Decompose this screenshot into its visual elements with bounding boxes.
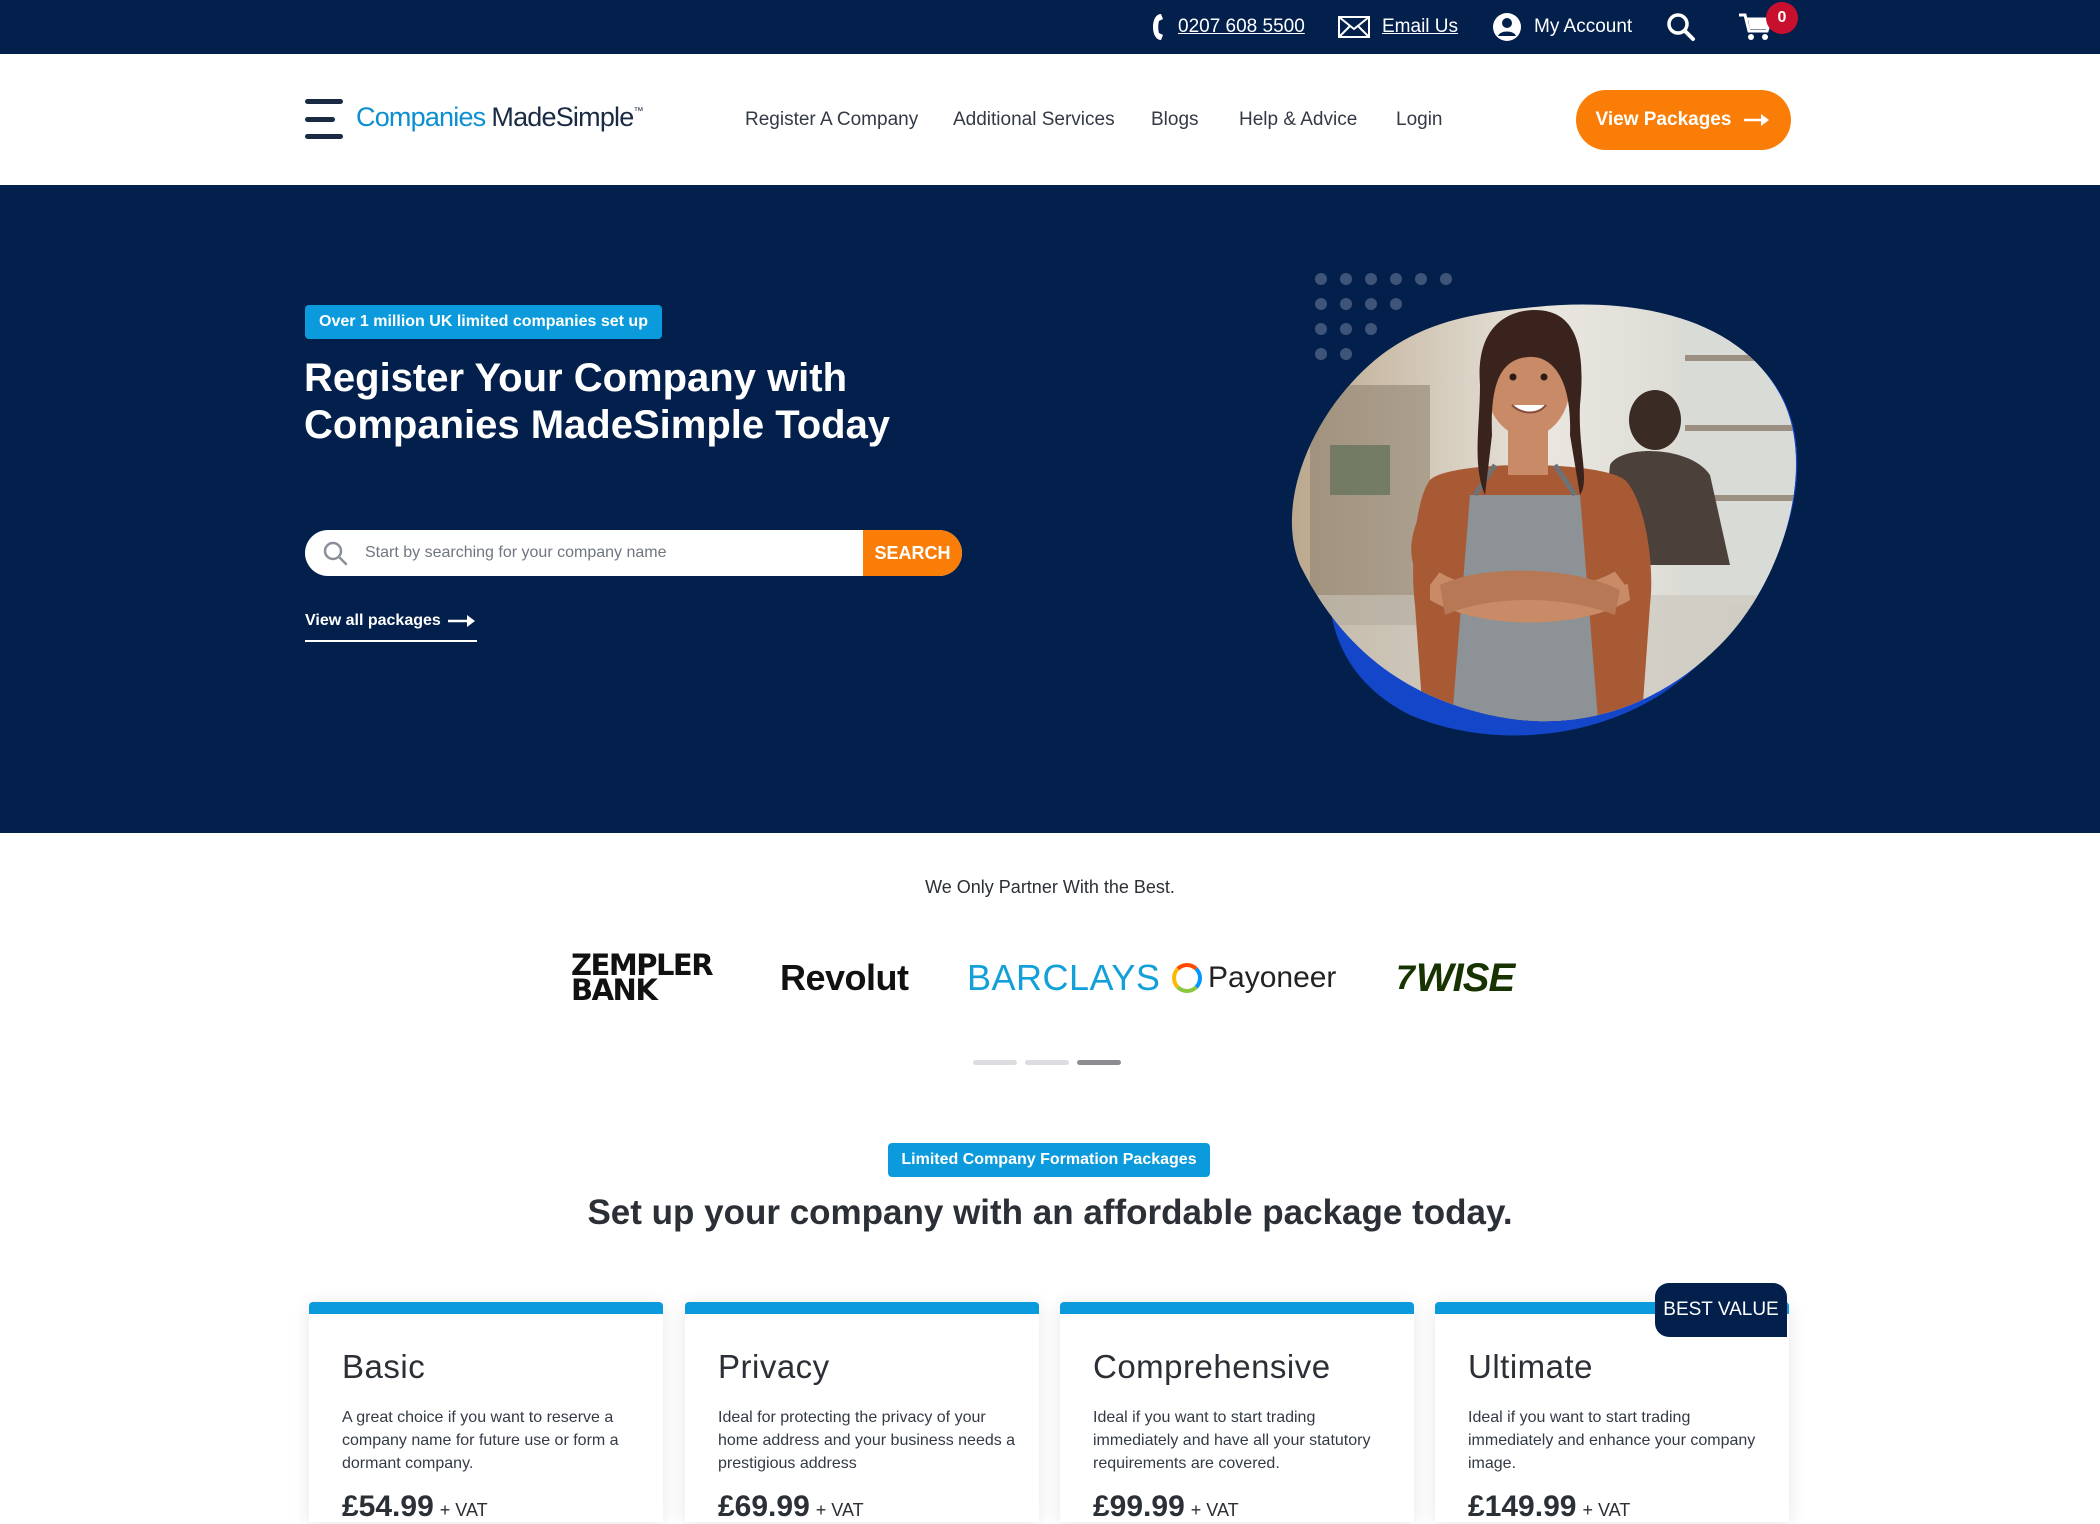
top-bar: 0207 608 5500 Email Us My Account 0 — [0, 0, 2100, 54]
zempler-bank-logo[interactable]: ZEMPLER BANK — [571, 943, 714, 1013]
arrow-right-icon — [447, 614, 477, 628]
view-packages-button[interactable]: View Packages — [1576, 90, 1791, 150]
package-description: A great choice if you want to reserve a … — [342, 1409, 619, 1472]
price-value: £54.99 — [342, 1490, 434, 1523]
package-price: £149.99 + VAT — [1468, 1490, 1630, 1524]
packages-section: Limited Company Formation Packages Set u… — [0, 1133, 2100, 1523]
partner-logo-carousel: ZEMPLER BANK Revolut BARCLAYS Payoneer 7… — [0, 943, 2100, 1013]
carousel-dot[interactable] — [973, 1060, 1017, 1065]
hero-title: Register Your Company with Companies Mad… — [304, 356, 891, 447]
company-name-input[interactable] — [365, 530, 863, 576]
package-name: Privacy — [718, 1348, 830, 1385]
package-description: Ideal for protecting the privacy of your… — [718, 1409, 1016, 1472]
logo-text-companies: Companies — [356, 102, 486, 132]
package-card-comprehensive[interactable]: Comprehensive Ideal if you want to start… — [1060, 1302, 1414, 1524]
nav-help-advice[interactable]: Help & Advice — [1239, 54, 1357, 185]
package-price: £69.99 + VAT — [718, 1490, 864, 1524]
payoneer-logo[interactable]: Payoneer — [1172, 943, 1336, 1013]
price-value: £69.99 — [718, 1490, 810, 1523]
search-icon[interactable] — [1666, 0, 1696, 54]
package-card-privacy[interactable]: Privacy Ideal for protecting the privacy… — [685, 1302, 1039, 1524]
revolut-logo[interactable]: Revolut — [780, 943, 909, 1013]
carousel-pagination — [973, 1060, 1121, 1065]
logo-text-madesimple: MadeSimple — [491, 102, 634, 132]
carousel-dot-active[interactable] — [1077, 1060, 1121, 1065]
price-vat: + VAT — [1582, 1500, 1631, 1520]
payoneer-logo-text: Payoneer — [1208, 961, 1337, 994]
best-value-badge: BEST VALUE — [1655, 1283, 1787, 1337]
package-description: Ideal if you want to start trading immed… — [1093, 1409, 1371, 1472]
view-all-packages-link[interactable]: View all packages — [305, 612, 477, 642]
arrow-right-icon — [1743, 113, 1771, 127]
price-vat: + VAT — [1190, 1500, 1239, 1520]
logo-trademark: ™ — [633, 106, 643, 117]
view-all-packages-label: View all packages — [305, 612, 441, 629]
search-button[interactable]: SEARCH — [863, 530, 962, 576]
package-name: Comprehensive — [1093, 1348, 1331, 1385]
hero-section: Over 1 million UK limited companies set … — [0, 185, 2100, 833]
package-description: Ideal if you want to start trading immed… — [1468, 1409, 1756, 1472]
package-name: Basic — [342, 1348, 426, 1385]
partners-section: We Only Partner With the Best. ZEMPLER B… — [0, 833, 2100, 1133]
company-logo[interactable]: Companies MadeSimple ™ — [356, 102, 643, 133]
company-search-bar: SEARCH — [305, 530, 962, 576]
email-us-link[interactable]: Email Us — [1382, 16, 1458, 38]
price-vat: + VAT — [439, 1500, 488, 1520]
search-icon — [305, 530, 365, 576]
packages-heading: Set up your company with an affordable p… — [587, 1193, 1513, 1232]
my-account-label: My Account — [1534, 16, 1633, 37]
nav-register-a-company[interactable]: Register A Company — [745, 54, 918, 185]
price-value: £149.99 — [1468, 1490, 1577, 1523]
envelope-icon — [1338, 16, 1370, 38]
hamburger-menu-icon[interactable] — [305, 99, 343, 139]
package-name: Ultimate — [1468, 1348, 1594, 1385]
phone-link[interactable]: 0207 608 5500 — [1150, 0, 1305, 54]
nav-login[interactable]: Login — [1396, 54, 1443, 185]
nav-blogs[interactable]: Blogs — [1151, 54, 1199, 185]
zempler-logo-line2: BANK — [571, 973, 658, 1007]
cart-count-badge: 0 — [1766, 2, 1798, 34]
partners-heading: We Only Partner With the Best. — [925, 877, 1175, 897]
user-icon — [1492, 12, 1522, 42]
wise-logo-text: WISE — [1415, 955, 1515, 1000]
view-packages-label: View Packages — [1595, 109, 1732, 130]
package-price: £99.99 + VAT — [1093, 1490, 1239, 1524]
hero-photo-woman-in-apron — [1291, 304, 1798, 736]
carousel-dot[interactable] — [1025, 1060, 1069, 1065]
price-value: £99.99 — [1093, 1490, 1185, 1523]
main-header: Companies MadeSimple ™ Register A Compan… — [0, 54, 2100, 185]
nav-additional-services[interactable]: Additional Services — [953, 54, 1115, 185]
barclays-logo[interactable]: BARCLAYS — [967, 943, 1160, 1013]
package-price: £54.99 + VAT — [342, 1490, 488, 1524]
phone-icon — [1150, 12, 1166, 42]
payoneer-ring-icon — [1172, 963, 1202, 993]
hero-badge: Over 1 million UK limited companies set … — [305, 305, 662, 339]
packages-badge: Limited Company Formation Packages — [888, 1143, 1210, 1177]
email-link[interactable]: Email Us — [1338, 0, 1458, 54]
wise-flag-icon: 7 — [1396, 958, 1415, 997]
price-vat: + VAT — [815, 1500, 864, 1520]
wise-logo[interactable]: 7 WISE — [1396, 943, 1515, 1013]
phone-number[interactable]: 0207 608 5500 — [1178, 16, 1305, 38]
package-card-basic[interactable]: Basic A great choice if you want to rese… — [309, 1302, 663, 1524]
my-account-link[interactable]: My Account — [1492, 0, 1632, 54]
